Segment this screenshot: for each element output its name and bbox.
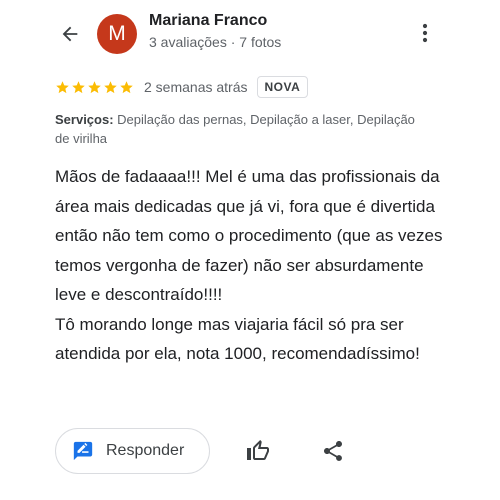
reviewer-meta: 3 avaliações · 7 fotos	[149, 34, 282, 50]
star-icon	[72, 80, 85, 93]
new-badge: NOVA	[256, 76, 309, 98]
star-icon	[56, 80, 69, 93]
avatar[interactable]: M	[97, 14, 137, 54]
rating-row: 2 semanas atrás NOVA	[55, 74, 309, 100]
reviewer-name[interactable]: Mariana Franco	[149, 12, 267, 30]
reply-label: Responder	[106, 442, 185, 459]
review-header: M Mariana Franco 3 avaliações · 7 fotos	[0, 0, 500, 66]
star-icon	[120, 80, 133, 93]
back-button[interactable]	[52, 16, 88, 52]
star-icon	[88, 80, 101, 93]
review-text: Mãos de fadaaaa!!! Mel é uma das profiss…	[55, 167, 443, 363]
services-info: Serviços: Depilação das pernas, Depilaçã…	[55, 110, 415, 148]
more-vert-icon	[422, 23, 428, 43]
share-button[interactable]	[318, 436, 348, 466]
star-rating	[55, 80, 134, 95]
reply-button[interactable]: Responder	[55, 428, 210, 474]
avatar-letter: M	[108, 22, 126, 45]
services-label: Serviços:	[55, 112, 114, 127]
more-options-button[interactable]	[410, 16, 440, 50]
feedback-icon	[73, 441, 93, 461]
thumb-up-icon	[247, 440, 269, 460]
share-icon	[324, 441, 342, 461]
star-icon	[104, 80, 117, 93]
like-button[interactable]	[243, 436, 273, 466]
review-time: 2 semanas atrás	[144, 79, 248, 95]
arrow-back-icon	[62, 26, 78, 42]
